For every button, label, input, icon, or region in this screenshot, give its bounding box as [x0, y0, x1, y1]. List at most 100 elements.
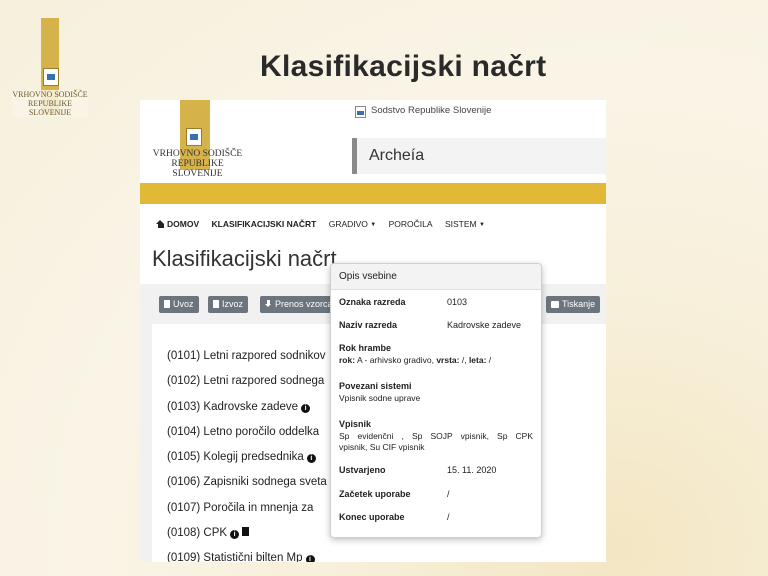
- rok-prefix: rok:: [339, 355, 356, 365]
- prenos-vzorca-button[interactable]: Prenos vzorca: [260, 296, 336, 313]
- slide-court-logo: VRHOVNO SODIŠČE REPUBLIKE SLOVENIJE: [12, 18, 88, 117]
- zacetek-row: Začetek uporabe: [339, 489, 411, 499]
- list-item[interactable]: (0107) Poročila in mnenja za: [167, 496, 327, 521]
- ustvarjeno-label: Ustvarjeno: [339, 465, 386, 475]
- naziv-label: Naziv razreda: [339, 320, 398, 330]
- file-icon: [164, 300, 170, 308]
- list-item-label: (0104) Letno poročilo oddelka: [167, 425, 320, 438]
- list-item-label: (0105) Kolegij predsednika: [167, 451, 304, 464]
- list-item[interactable]: (0104) Letno poročilo oddelka: [167, 420, 327, 445]
- naziv-value: Kadrovske zadeve: [447, 320, 522, 330]
- accent-bar: [140, 183, 606, 204]
- popover-title: Opis vsebine: [331, 264, 541, 290]
- file-icon: [213, 300, 219, 308]
- list-item[interactable]: (0102) Letni razpored sodnega: [167, 369, 327, 394]
- povezani-label: Povezani sistemi: [339, 381, 412, 391]
- info-icon[interactable]: i: [230, 530, 240, 540]
- info-icon[interactable]: i: [306, 454, 316, 464]
- coat-of-arms-icon: [186, 128, 202, 146]
- nav-label-porocila: POROČILA: [388, 219, 433, 229]
- main-nav: DOMOV KLASIFIKACIJSKI NAČRT GRADIVO ▼ PO…: [156, 219, 495, 229]
- app-name-box: Archeía: [357, 138, 606, 174]
- konec-row: Konec uporabe: [339, 512, 405, 522]
- nav-label-klasifikacijski: KLASIFIKACIJSKI NAČRT: [211, 219, 317, 229]
- nav-label-domov: DOMOV: [167, 219, 200, 229]
- list-item[interactable]: (0106) Zapisniki sodnega sveta: [167, 470, 327, 495]
- oznaka-row: Oznaka razreda: [339, 297, 406, 307]
- rok-row: Rok hrambe rok: A - arhivsko gradivo, vr…: [339, 343, 491, 366]
- rok-value: rok: A - arhivsko gradivo, vrsta: /, let…: [339, 355, 491, 366]
- naziv-row: Naziv razreda: [339, 320, 397, 330]
- print-icon: [551, 301, 559, 308]
- list-item[interactable]: (0103) Kadrovske zadeve i: [167, 395, 327, 420]
- info-icon[interactable]: i: [305, 555, 315, 562]
- vpisnik-line-2: vpisnik, Su CIF vpisnik: [339, 442, 425, 452]
- list-item-label: (0109) Statistični bilten Mp: [167, 552, 303, 562]
- povezani-row: Povezani sistemi Vpisnik sodne uprave: [339, 381, 420, 404]
- page-title: Klasifikacijski načrt: [152, 246, 337, 271]
- list-item-label: (0108) CPK: [167, 527, 228, 540]
- classification-list: (0101) Letni razpored sodnikov (0102) Le…: [167, 344, 327, 562]
- izvoz-label: Izvoz: [222, 299, 244, 309]
- coat-of-arms-icon: [355, 106, 366, 118]
- vrsta-label: vrsta:: [436, 355, 460, 365]
- download-icon: [265, 300, 272, 308]
- list-item[interactable]: (0108) CPK i: [167, 521, 327, 546]
- header-logo-line-2: REPUBLIKE SLOVENIJE: [171, 159, 224, 179]
- nav-item-domov[interactable]: DOMOV: [156, 219, 199, 229]
- leta-value: /: [486, 355, 492, 365]
- caret-down-icon: ▼: [370, 222, 377, 228]
- slide-logo-line-2: REPUBLIKE SLOVENIJE: [12, 99, 88, 117]
- slide-logo-line-1: VRHOVNO SODIŠČE: [12, 90, 88, 99]
- konec-value: /: [447, 512, 450, 522]
- list-item-label: (0101) Letni razpored sodnikov: [167, 350, 326, 362]
- nav-item-porocila[interactable]: POROČILA: [389, 219, 433, 229]
- list-item-label: (0107) Poročila in mnenja za: [167, 501, 314, 514]
- povezani-value: Vpisnik sodne uprave: [339, 393, 421, 403]
- nav-item-klasifikacijski-nacrt[interactable]: KLASIFIKACIJSKI NAČRT: [212, 219, 317, 229]
- tiskanje-button[interactable]: Tiskanje: [546, 296, 601, 313]
- vpisnik-line-1: Sp evidenčni , Sp SOJP vpisnik, Sp CPK: [339, 431, 533, 441]
- konec-label: Konec uporabe: [339, 512, 405, 522]
- list-item-label: (0106) Zapisniki sodnega sveta: [167, 476, 327, 489]
- vrsta-value: /,: [459, 355, 469, 365]
- list-item[interactable]: (0105) Kolegij predsednika i: [167, 445, 327, 470]
- caret-down-icon: ▼: [478, 222, 485, 228]
- info-icon[interactable]: i: [301, 403, 311, 413]
- app-name: Archeía: [369, 147, 425, 164]
- app-header: VRHOVNO SODIŠČE REPUBLIKE SLOVENIJE Arch…: [140, 100, 606, 185]
- zacetek-label: Začetek uporabe: [339, 489, 411, 499]
- tiskanje-label: Tiskanje: [562, 299, 596, 309]
- list-item-label: (0103) Kadrovske zadeve: [167, 400, 299, 413]
- nav-label-sistem: SISTEM: [444, 219, 477, 229]
- document-icon[interactable]: [242, 527, 250, 537]
- rok-text: A - arhivsko gradivo,: [355, 355, 437, 365]
- list-item[interactable]: (0101) Letni razpored sodnikov: [167, 344, 327, 369]
- ustvarjeno-value: 15. 11. 2020: [447, 465, 497, 475]
- list-item[interactable]: (0109) Statistični bilten Mp i: [167, 546, 327, 562]
- home-icon: [156, 220, 165, 228]
- nav-item-sistem[interactable]: SISTEM ▼: [445, 219, 485, 229]
- izvoz-button[interactable]: Izvoz: [208, 296, 249, 313]
- slide-logo-text: VRHOVNO SODIŠČE REPUBLIKE SLOVENIJE: [12, 90, 88, 117]
- top-court-name[interactable]: Sodstvo Republike Slovenije: [371, 105, 491, 116]
- oznaka-value: 0103: [447, 297, 468, 307]
- vpisnik-label: Vpisnik: [339, 419, 372, 429]
- zacetek-value: /: [447, 489, 450, 499]
- rok-label: Rok hrambe: [339, 343, 392, 353]
- description-popover: Opis vsebine Oznaka razreda 0103 Naziv r…: [330, 263, 542, 538]
- uvoz-label: Uvoz: [173, 299, 194, 309]
- prenos-label: Prenos vzorca: [275, 299, 333, 309]
- slide-title: Klasifikacijski načrt: [260, 50, 547, 83]
- nav-item-gradivo[interactable]: GRADIVO ▼: [329, 219, 377, 229]
- header-logo[interactable]: VRHOVNO SODIŠČE REPUBLIKE SLOVENIJE: [150, 149, 245, 179]
- coat-of-arms-icon: [43, 68, 59, 86]
- header-logo-line-1: VRHOVNO SODIŠČE: [152, 149, 243, 159]
- vpisnik-row: Vpisnik Sp evidenčni , Sp SOJP vpisnik, …: [339, 419, 533, 453]
- nav-label-gradivo: GRADIVO: [328, 219, 368, 229]
- list-item-label: (0102) Letni razpored sodnega: [167, 375, 325, 388]
- leta-label: leta:: [468, 355, 487, 365]
- uvoz-button[interactable]: Uvoz: [159, 296, 199, 313]
- ustvarjeno-row: Ustvarjeno: [339, 465, 386, 475]
- oznaka-label: Oznaka razreda: [339, 297, 406, 307]
